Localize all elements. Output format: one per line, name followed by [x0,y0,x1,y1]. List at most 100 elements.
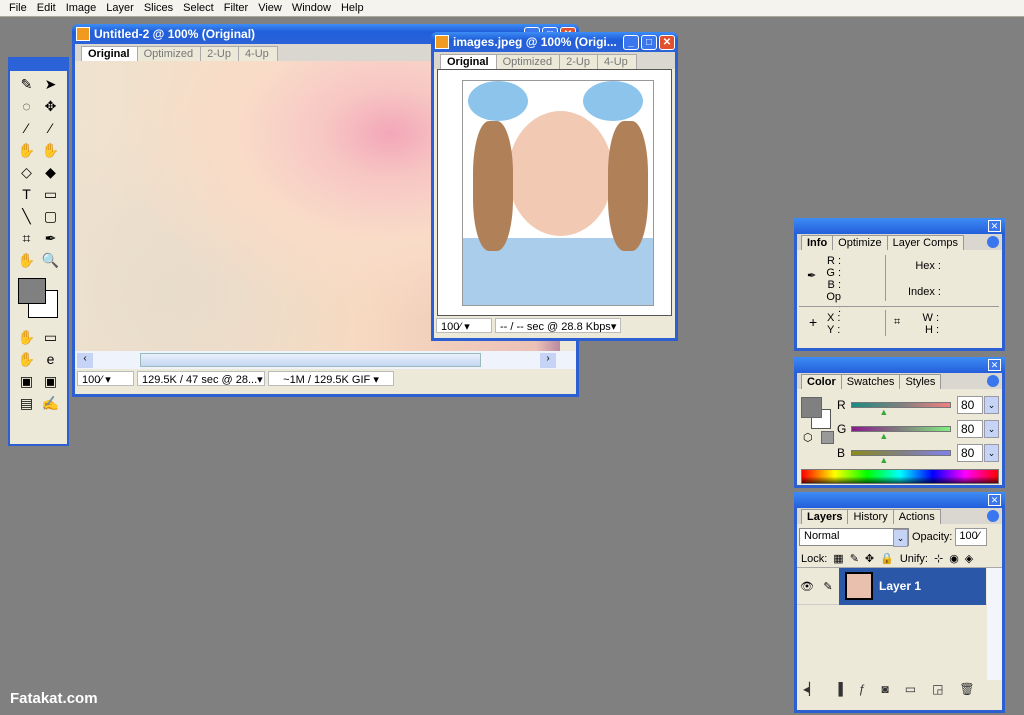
scroll-right-button[interactable]: › [540,352,556,368]
layers-scrollbar[interactable] [987,568,1002,680]
scroll-left-button[interactable]: ‹ [77,352,93,368]
download-time-select[interactable]: 129.5K / 47 sec @ 28...▾ [137,371,265,386]
horizontal-scrollbar[interactable]: ‹ › [75,351,576,369]
menu-filter[interactable]: Filter [219,0,253,16]
download-time-select[interactable]: -- / -- sec @ 28.8 Kbps▾ [495,318,621,333]
channel-value-field[interactable]: 80 [957,444,983,462]
menu-layer[interactable]: Layer [101,0,139,16]
new-set-icon[interactable]: ▭ [905,682,916,696]
tool-icon[interactable]: 🔍 [40,251,61,270]
minimize-button[interactable]: _ [623,34,639,50]
lock-paint-icon[interactable]: ✎ [850,552,859,565]
canvas[interactable] [437,69,672,316]
tool-icon[interactable]: ▭ [40,328,61,347]
layer-mask-icon[interactable]: ◙ [881,682,888,696]
tool-icon[interactable]: ✍ [40,394,61,413]
tool-icon[interactable]: ⌗ [16,229,37,248]
menu-help[interactable]: Help [336,0,369,16]
chevron-down-icon[interactable]: ⌄ [984,420,999,438]
tab-info[interactable]: Info [801,235,834,250]
unify-style-icon[interactable]: ◈ [965,552,973,565]
tool-icon[interactable]: ✎ [16,75,37,94]
layer-style-icon[interactable]: ƒ [859,682,866,696]
tool-icon[interactable]: ◇ [16,163,37,182]
lock-move-icon[interactable]: ✥ [865,552,874,565]
new-layer-icon[interactable]: ◲ [932,682,943,696]
tab-optimized[interactable]: Optimized [136,46,203,61]
tool-icon[interactable]: ✋ [40,141,61,160]
tab-4-up[interactable]: 4-Up [237,46,278,61]
slider-thumb[interactable]: ▲ [879,431,888,441]
unify-visibility-icon[interactable]: ◉ [949,552,959,565]
tab-layer-comps[interactable]: Layer Comps [886,235,964,250]
tool-icon[interactable]: e [40,350,61,369]
tab-2-up[interactable]: 2-Up [559,54,599,69]
color-swatches[interactable] [16,276,61,322]
tool-icon[interactable]: ◌ [16,97,37,116]
unify-position-icon[interactable]: ⊹ [934,552,943,565]
tool-icon[interactable]: ✋ [16,350,37,369]
tool-icon[interactable]: ✥ [40,97,61,116]
channel-value-field[interactable]: 80 [957,396,983,414]
tool-icon[interactable]: ⁄ [16,119,37,138]
tab-optimized[interactable]: Optimized [495,54,562,69]
tool-icon[interactable]: ▤ [16,394,37,413]
tab-original[interactable]: Original [440,54,498,69]
tab-layers[interactable]: Layers [801,509,849,524]
channel-slider[interactable]: ▲ [851,402,951,417]
file-size-select[interactable]: ~1M / 129.5K GIF ▾ [268,371,394,386]
zoom-select[interactable]: 100⁄ ▾ [436,318,492,333]
tab-2-up[interactable]: 2-Up [200,46,240,61]
trash-icon[interactable]: 🗑 [959,682,974,696]
color-spectrum-bar[interactable] [801,469,999,484]
close-icon[interactable]: ✕ [988,220,1001,232]
tab-actions[interactable]: Actions [892,509,941,524]
tab-4-up[interactable]: 4-Up [596,54,637,69]
menu-image[interactable]: Image [61,0,102,16]
menu-edit[interactable]: Edit [32,0,61,16]
zoom-select[interactable]: 100⁄ ▾ [77,371,134,386]
close-icon[interactable]: ✕ [988,359,1001,371]
panel-menu-icon[interactable] [987,375,999,387]
lock-all-icon[interactable]: 🔒 [880,552,894,565]
visibility-eye-icon[interactable]: 👁 [797,580,817,593]
panel-menu-icon[interactable] [987,236,999,248]
chevron-down-icon[interactable]: ⌄ [984,396,999,414]
tool-icon[interactable]: ▭ [40,185,61,204]
tool-icon[interactable]: ✒ [40,229,61,248]
next-frame-icon[interactable]: ▐ [834,682,843,696]
maximize-button[interactable]: □ [641,34,657,50]
tab-history[interactable]: History [847,509,894,524]
menu-select[interactable]: Select [178,0,219,16]
tab-swatches[interactable]: Swatches [840,374,901,389]
slider-thumb[interactable]: ▲ [879,407,888,417]
tool-icon[interactable]: ➤ [40,75,61,94]
channel-slider[interactable]: ▲ [851,426,951,441]
tab-color[interactable]: Color [801,374,842,389]
menu-slices[interactable]: Slices [139,0,178,16]
previous-frame-icon[interactable]: ◂▏ [803,682,818,696]
tool-icon[interactable]: ╲ [16,207,37,226]
blend-mode-select[interactable]: Normal ⌄ [799,528,909,547]
tool-icon[interactable]: ▣ [40,372,61,391]
foreground-color-swatch[interactable] [801,397,822,418]
layer-row[interactable]: 👁 ✎ Layer 1 [797,567,1002,605]
scroll-thumb[interactable] [140,353,481,367]
tool-icon[interactable]: T [16,185,37,204]
tab-styles[interactable]: Styles [899,374,942,389]
channel-slider[interactable]: ▲ [851,450,951,465]
tool-icon[interactable]: ✋ [16,328,37,347]
tool-icon[interactable]: ▢ [40,207,61,226]
menu-view[interactable]: View [253,0,287,16]
close-icon[interactable]: ✕ [988,494,1001,506]
channel-value-field[interactable]: 80 [957,420,983,438]
close-button[interactable]: ✕ [659,34,675,50]
tool-icon[interactable]: ▣ [16,372,37,391]
tool-icon[interactable]: ✋ [16,141,37,160]
slider-thumb[interactable]: ▲ [879,455,888,465]
tool-icon[interactable]: ✋ [16,251,37,270]
opacity-field[interactable]: 100⁄ [955,528,988,546]
menu-file[interactable]: File [4,0,32,16]
tab-original[interactable]: Original [81,46,139,61]
tool-icon[interactable]: ⁄ [40,119,61,138]
